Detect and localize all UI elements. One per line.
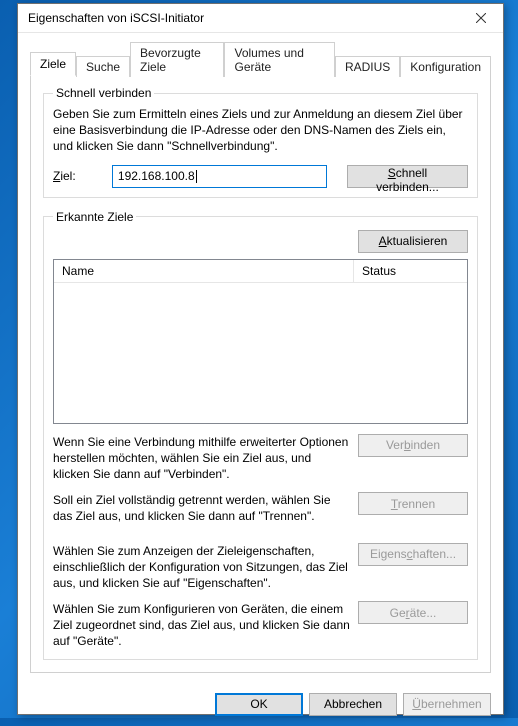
geraete-button[interactable]: Geräte... bbox=[358, 601, 468, 624]
tab-ziele[interactable]: Ziele bbox=[30, 52, 76, 76]
action-row-verbinden: Wenn Sie eine Verbindung mithilfe erweit… bbox=[53, 434, 468, 483]
ziel-input[interactable]: 192.168.100.8 bbox=[112, 165, 327, 188]
schnell-verbinden-button[interactable]: Schnell verbinden... bbox=[347, 165, 468, 188]
ziel-input-value: 192.168.100.8 bbox=[118, 169, 195, 183]
dialog-window: Eigenschaften von iSCSI-Initiator Ziele … bbox=[17, 3, 504, 715]
action-row-trennen: Soll ein Ziel vollständig getrennt werde… bbox=[53, 492, 468, 524]
ziel-row: Ziel: 192.168.100.8 Schnell verbinden... bbox=[53, 165, 468, 188]
targets-listview[interactable]: Name Status bbox=[53, 259, 468, 424]
tab-radius[interactable]: RADIUS bbox=[335, 56, 400, 77]
dialog-content: Ziele Suche Bevorzugte Ziele Volumes und… bbox=[18, 33, 503, 683]
group-legend-erkannte: Erkannte Ziele bbox=[53, 210, 136, 224]
geraete-desc: Wählen Sie zum Konfigurieren von Geräten… bbox=[53, 601, 350, 650]
tab-suche[interactable]: Suche bbox=[76, 56, 130, 77]
trennen-desc: Soll ein Ziel vollständig getrennt werde… bbox=[53, 492, 350, 524]
verbinden-button[interactable]: Verbinden bbox=[358, 434, 468, 457]
ziel-label: Ziel: bbox=[53, 169, 102, 183]
trennen-button[interactable]: Trennen bbox=[358, 492, 468, 515]
titlebar-buttons bbox=[461, 4, 501, 32]
column-header-name[interactable]: Name bbox=[54, 260, 354, 282]
column-header-status[interactable]: Status bbox=[354, 260, 467, 282]
action-row-geraete: Wählen Sie zum Konfigurieren von Geräten… bbox=[53, 601, 468, 650]
tab-body-ziele: Schnell verbinden Geben Sie zum Ermittel… bbox=[30, 75, 491, 673]
tab-strip: Ziele Suche Bevorzugte Ziele Volumes und… bbox=[30, 41, 491, 76]
group-erkannte-ziele: Erkannte Ziele Aktualisieren Name Status… bbox=[43, 210, 478, 660]
apply-button[interactable]: Übernehmen bbox=[403, 693, 491, 716]
erkannte-toolbar: Aktualisieren bbox=[53, 230, 468, 253]
window-title: Eigenschaften von iSCSI-Initiator bbox=[28, 11, 204, 25]
aktualisieren-button[interactable]: Aktualisieren bbox=[358, 230, 468, 253]
titlebar: Eigenschaften von iSCSI-Initiator bbox=[18, 4, 503, 33]
ok-button[interactable]: OK bbox=[215, 693, 303, 716]
eigenschaften-button[interactable]: Eigenschaften... bbox=[358, 543, 468, 566]
text-caret bbox=[196, 170, 197, 183]
eigenschaften-desc: Wählen Sie zum Anzeigen der Zieleigensch… bbox=[53, 543, 350, 592]
action-row-eigenschaften: Wählen Sie zum Anzeigen der Zieleigensch… bbox=[53, 543, 468, 592]
close-icon[interactable] bbox=[461, 4, 501, 32]
cancel-button[interactable]: Abbrechen bbox=[309, 693, 397, 716]
dialog-button-row: OK Abbrechen Übernehmen bbox=[18, 683, 503, 726]
verbinden-desc: Wenn Sie eine Verbindung mithilfe erweit… bbox=[53, 434, 350, 483]
group-schnell-verbinden: Schnell verbinden Geben Sie zum Ermittel… bbox=[43, 86, 478, 198]
tab-volumes-geraete[interactable]: Volumes und Geräte bbox=[224, 42, 334, 77]
tab-bevorzugte-ziele[interactable]: Bevorzugte Ziele bbox=[130, 42, 224, 77]
schnell-help-text: Geben Sie zum Ermitteln eines Ziels und … bbox=[53, 106, 468, 155]
tab-konfiguration[interactable]: Konfiguration bbox=[400, 56, 491, 77]
group-legend-schnell: Schnell verbinden bbox=[53, 86, 154, 100]
listview-header: Name Status bbox=[54, 260, 467, 283]
